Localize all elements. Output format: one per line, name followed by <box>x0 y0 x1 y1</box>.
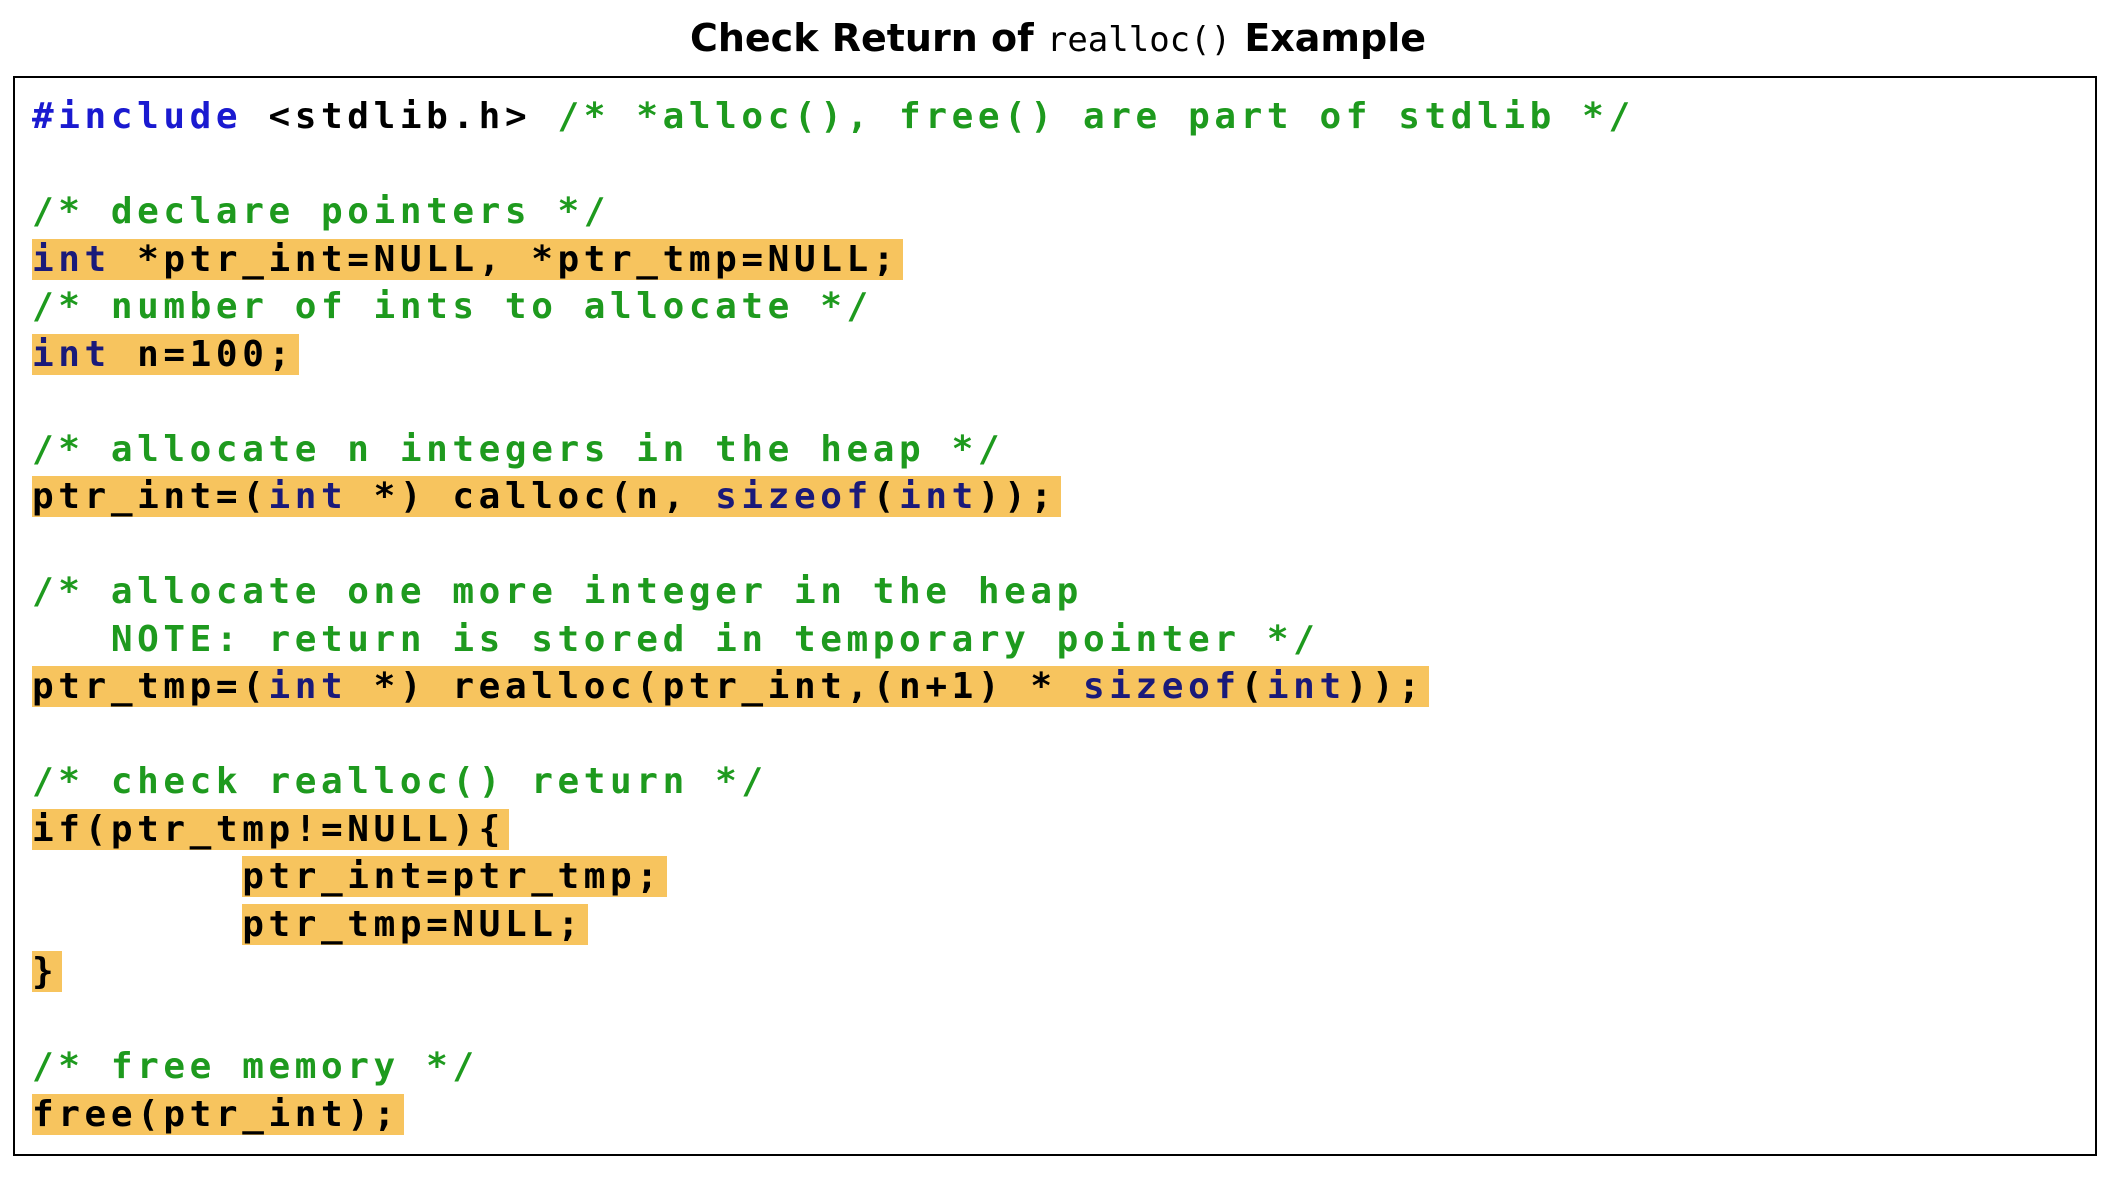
code-line-include: #include <stdlib.h> /* *alloc(), free() … <box>32 93 1635 141</box>
code-line-comment-realloc-2: NOTE: return is stored in temporary poin… <box>32 618 1320 660</box>
sizeof-keyword: sizeof <box>715 476 873 517</box>
highlight: free(ptr_int); <box>32 1093 404 1135</box>
code-text: *ptr_int=NULL, *ptr_tmp=NULL; <box>110 238 900 280</box>
code-line-calloc: ptr_int=(int *) calloc(n, sizeof(int)); <box>32 473 1635 521</box>
code-line-declare: int *ptr_int=NULL, *ptr_tmp=NULL; <box>32 236 1635 284</box>
code-listing: #include <stdlib.h> /* *alloc(), free() … <box>32 93 1635 1138</box>
code-text: *) realloc(ptr_int,(n+1) * <box>347 666 1083 707</box>
highlight: ptr_int=ptr_tmp; <box>242 856 667 897</box>
highlight: ptr_int=(int *) calloc(n, sizeof(int)); <box>32 476 1061 517</box>
code-line-free: free(ptr_int); <box>32 1091 1635 1139</box>
type-keyword: int <box>1266 666 1346 707</box>
code-text: ( <box>1240 666 1267 707</box>
include-directive: #include <box>32 96 243 137</box>
type-keyword: int <box>32 333 111 375</box>
code-line-assign-tmp: ptr_tmp=NULL; <box>32 901 1635 949</box>
include-comment: /* *alloc(), free() are part of stdlib *… <box>557 96 1635 137</box>
if-keyword: if <box>32 808 85 850</box>
include-header: <stdlib.h> <box>242 96 558 137</box>
code-text: (ptr_tmp!=NULL){ <box>84 808 505 850</box>
code-line-comment-count: /* number of ints to allocate */ <box>32 286 873 327</box>
code-line-comment-check: /* check realloc() return */ <box>32 761 768 802</box>
code-text: )); <box>977 476 1057 517</box>
type-keyword: int <box>268 476 348 517</box>
code-text: n=100; <box>110 333 295 375</box>
code-text: *) calloc(n, <box>347 476 716 517</box>
type-keyword: int <box>32 238 111 280</box>
highlight: int *ptr_int=NULL, *ptr_tmp=NULL; <box>32 238 904 280</box>
code-line-comment-free: /* free memory */ <box>32 1046 479 1087</box>
code-text: )); <box>1345 666 1425 707</box>
highlight: ptr_tmp=(int *) realloc(ptr_int,(n+1) * … <box>32 666 1429 707</box>
code-line-close-brace: } <box>32 948 1635 996</box>
type-keyword: int <box>899 476 978 517</box>
title-suffix: Example <box>1231 16 1427 60</box>
highlight: if(ptr_tmp!=NULL){ <box>32 808 509 850</box>
code-line-if: if(ptr_tmp!=NULL){ <box>32 806 1635 854</box>
code-line-assign-int: ptr_int=ptr_tmp; <box>32 853 1635 901</box>
highlight: int n=100; <box>32 333 299 375</box>
code-line-comment-realloc-1: /* allocate one more integer in the heap <box>32 571 1083 612</box>
code-text: ptr_int=( <box>32 476 269 517</box>
code-line-n: int n=100; <box>32 331 1635 379</box>
code-text: ( <box>872 476 900 517</box>
code-text: ptr_tmp=( <box>32 666 269 707</box>
title-prefix: Check Return of <box>689 16 1047 60</box>
type-keyword: int <box>268 666 348 707</box>
title-code: realloc() <box>1046 20 1232 60</box>
code-line-realloc: ptr_tmp=(int *) realloc(ptr_int,(n+1) * … <box>32 663 1635 711</box>
sizeof-keyword: sizeof <box>1082 666 1241 707</box>
highlight: ptr_tmp=NULL; <box>242 903 588 945</box>
page-title: Check Return of realloc() Example <box>0 10 2116 68</box>
code-line-comment-declare: /* declare pointers */ <box>32 191 611 232</box>
highlight: } <box>32 951 63 992</box>
code-line-comment-allocate: /* allocate n integers in the heap */ <box>32 428 1005 470</box>
